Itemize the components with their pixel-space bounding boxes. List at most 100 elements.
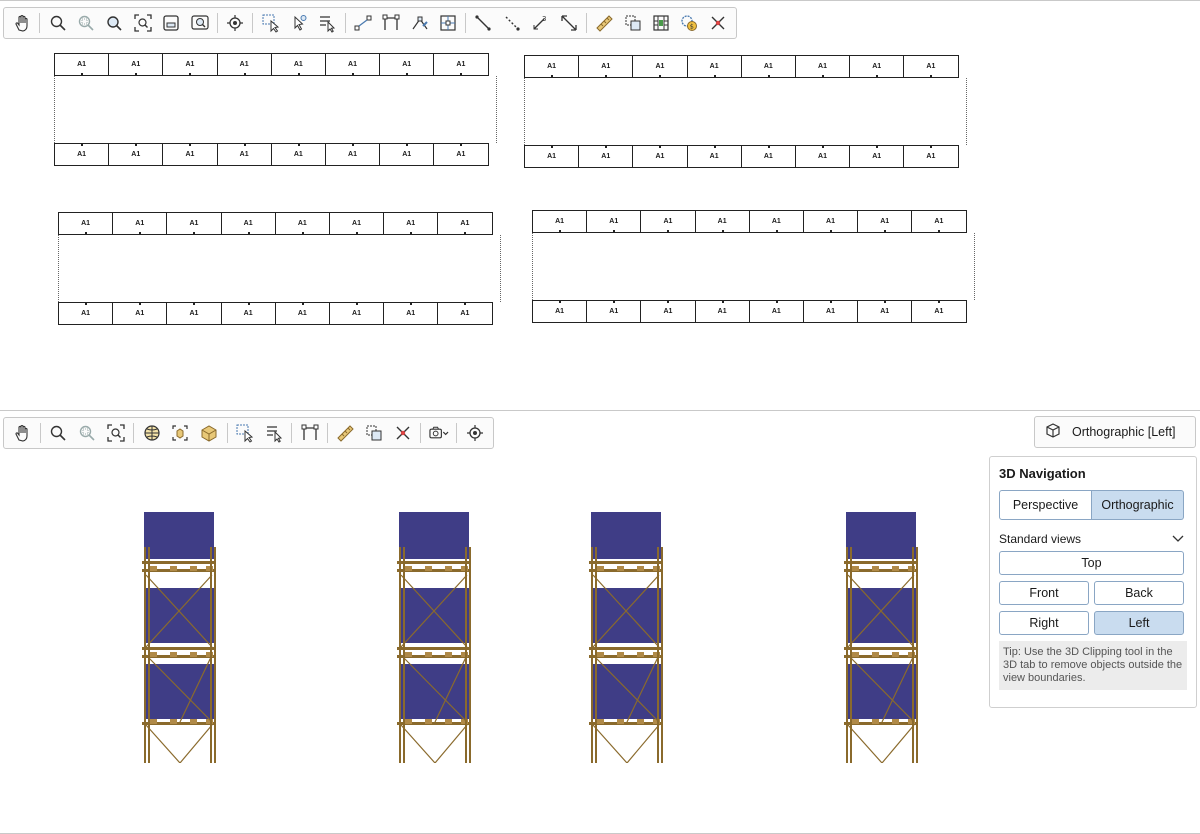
rack-bay-cell[interactable]: A1 — [640, 300, 696, 323]
rack-bay-cell[interactable]: A1 — [270, 53, 326, 76]
rack-bay-cell[interactable]: A1 — [524, 145, 580, 168]
view-front-button[interactable]: Front — [999, 581, 1089, 605]
plan-view-pane[interactable]: 3 $ A1 A1 A1 A1 A1 A1 A1 A1 A1 A1 A1 A1 A1 A1 A1 A1 A1 A1… — [0, 0, 1200, 410]
view-back-button[interactable]: Back — [1094, 581, 1184, 605]
rack-bay-cell[interactable]: A1 — [748, 210, 804, 233]
rack-bay-cell[interactable]: A1 — [162, 143, 218, 166]
rack-bay-cell[interactable]: A1 — [166, 302, 222, 325]
rack-bay-cell[interactable]: A1 — [216, 143, 272, 166]
orthographic-button[interactable]: Orthographic — [1092, 490, 1184, 520]
rack-plan-1[interactable]: A1 A1 A1 A1 A1 A1 A1 A1 A1 A1 A1 A1 A1 A1 A1 A1 — [54, 53, 497, 166]
zoom-button[interactable] — [45, 10, 70, 36]
rack-3d-4[interactable] — [842, 511, 920, 768]
rack-bay-cell[interactable]: A1 — [433, 53, 489, 76]
rack-bay-cell[interactable]: A1 — [274, 212, 330, 235]
standard-views-header[interactable]: Standard views — [999, 532, 1184, 546]
rack-bay-cell[interactable]: A1 — [328, 302, 385, 325]
dashed-line-button[interactable] — [499, 10, 524, 36]
rack-plan-2[interactable]: A1 A1 A1 A1 A1 A1 A1 A1 A1 A1 A1 A1 A1 A1 A1 A1 — [524, 55, 967, 168]
rack-bay-cell[interactable]: A1 — [632, 55, 688, 78]
filmstrip-button[interactable] — [648, 10, 673, 36]
select-list-button[interactable] — [261, 420, 287, 446]
cost-settings-button[interactable]: $ — [677, 10, 702, 36]
rack-bay-cell[interactable]: A1 — [849, 145, 905, 168]
node-link-button[interactable] — [350, 10, 375, 36]
node-edit-button[interactable] — [407, 10, 432, 36]
zoom-button[interactable] — [45, 420, 71, 446]
zoom-selection-button[interactable] — [187, 10, 212, 36]
perspective-button[interactable]: Perspective — [999, 490, 1092, 520]
rack-3d-1[interactable] — [140, 511, 218, 768]
rack-bay-cell[interactable]: A1 — [433, 143, 489, 166]
rack-bay-cell[interactable]: A1 — [220, 212, 276, 235]
rack-bay-cell[interactable]: A1 — [903, 145, 959, 168]
delete-cross-button[interactable] — [705, 10, 730, 36]
rack-bay-cell[interactable]: A1 — [903, 55, 959, 78]
rack-bay-cell[interactable]: A1 — [437, 302, 493, 325]
rack-3d-3[interactable] — [587, 511, 665, 768]
select-box-button[interactable] — [232, 420, 258, 446]
rack-bay-cell[interactable]: A1 — [694, 300, 750, 323]
hand-pan-button[interactable] — [10, 10, 35, 36]
zoom-area-button[interactable] — [73, 10, 98, 36]
rack-plan-4[interactable]: A1 A1 A1 A1 A1 A1 A1 A1 A1 A1 A1 A1 A1 A1 A1 A1 — [532, 210, 975, 323]
focus-target-button[interactable] — [222, 10, 247, 36]
rack-bay-cell[interactable]: A1 — [857, 300, 913, 323]
rack-bay-cell[interactable]: A1 — [54, 143, 110, 166]
rack-bay-cell[interactable]: A1 — [632, 145, 688, 168]
copy-select-button[interactable] — [361, 420, 387, 446]
rack-bay-cell[interactable]: A1 — [112, 212, 168, 235]
line-draw-button[interactable] — [471, 10, 496, 36]
rack-bay-cell[interactable]: A1 — [686, 145, 742, 168]
rack-bay-cell[interactable]: A1 — [379, 143, 435, 166]
rack-bay-cell[interactable]: A1 — [58, 302, 114, 325]
rack-bay-cell[interactable]: A1 — [586, 300, 642, 323]
projection-view-button[interactable]: Orthographic [Left] — [1034, 416, 1196, 448]
rack-bay-cell[interactable]: A1 — [524, 55, 580, 78]
arrows-resize-button[interactable] — [556, 10, 581, 36]
ruler-button[interactable] — [332, 420, 358, 446]
rack-bay-cell[interactable]: A1 — [54, 53, 110, 76]
rack-bay-cell[interactable]: A1 — [532, 300, 588, 323]
select-box-button[interactable] — [258, 10, 283, 36]
rack-bay-cell[interactable]: A1 — [849, 55, 905, 78]
dimension-frame-button[interactable] — [297, 420, 323, 446]
rack-bay-cell[interactable]: A1 — [383, 302, 439, 325]
rack-bay-cell[interactable]: A1 — [162, 53, 218, 76]
rack-bay-cell[interactable]: A1 — [324, 143, 381, 166]
rack-bay-cell[interactable]: A1 — [794, 145, 851, 168]
rack-bay-cell[interactable]: A1 — [857, 210, 913, 233]
copy-select-button[interactable] — [620, 10, 645, 36]
rack-bay-cell[interactable]: A1 — [328, 212, 385, 235]
rack-bay-cell[interactable]: A1 — [383, 212, 439, 235]
ruler-button[interactable] — [591, 10, 616, 36]
measure-3-button[interactable]: 3 — [528, 10, 553, 36]
rack-bay-cell[interactable]: A1 — [740, 55, 796, 78]
grid-node-button[interactable] — [435, 10, 460, 36]
rack-bay-cell[interactable]: A1 — [578, 55, 634, 78]
rack-bay-cell[interactable]: A1 — [802, 210, 859, 233]
rack-bay-cell[interactable]: A1 — [379, 53, 435, 76]
globe-button[interactable] — [139, 420, 165, 446]
hand-pan-button[interactable] — [10, 420, 36, 446]
rack-bay-cell[interactable]: A1 — [911, 300, 967, 323]
rack-bay-cell[interactable]: A1 — [437, 212, 493, 235]
rack-bay-cell[interactable]: A1 — [640, 210, 696, 233]
rack-bay-cell[interactable]: A1 — [794, 55, 851, 78]
rack-bay-cell[interactable]: A1 — [108, 143, 164, 166]
rack-3d-2[interactable] — [395, 511, 473, 768]
rack-bay-cell[interactable]: A1 — [216, 53, 272, 76]
rack-bay-cell[interactable]: A1 — [586, 210, 642, 233]
rack-bay-cell[interactable]: A1 — [270, 143, 326, 166]
view-top-button[interactable]: Top — [999, 551, 1184, 575]
3d-view-pane[interactable]: Orthographic [Left] 3D Navigation Perspe… — [0, 410, 1200, 834]
view-right-button[interactable]: Right — [999, 611, 1089, 635]
rack-bay-cell[interactable]: A1 — [686, 55, 742, 78]
rack-bay-cell[interactable]: A1 — [58, 212, 114, 235]
camera-dropdown-button[interactable] — [426, 420, 452, 446]
rack-bay-cell[interactable]: A1 — [532, 210, 588, 233]
dimension-frame-button[interactable] — [379, 10, 404, 36]
rack-bay-cell[interactable]: A1 — [911, 210, 967, 233]
zoom-window-button[interactable] — [159, 10, 184, 36]
select-cursor-button[interactable] — [286, 10, 311, 36]
